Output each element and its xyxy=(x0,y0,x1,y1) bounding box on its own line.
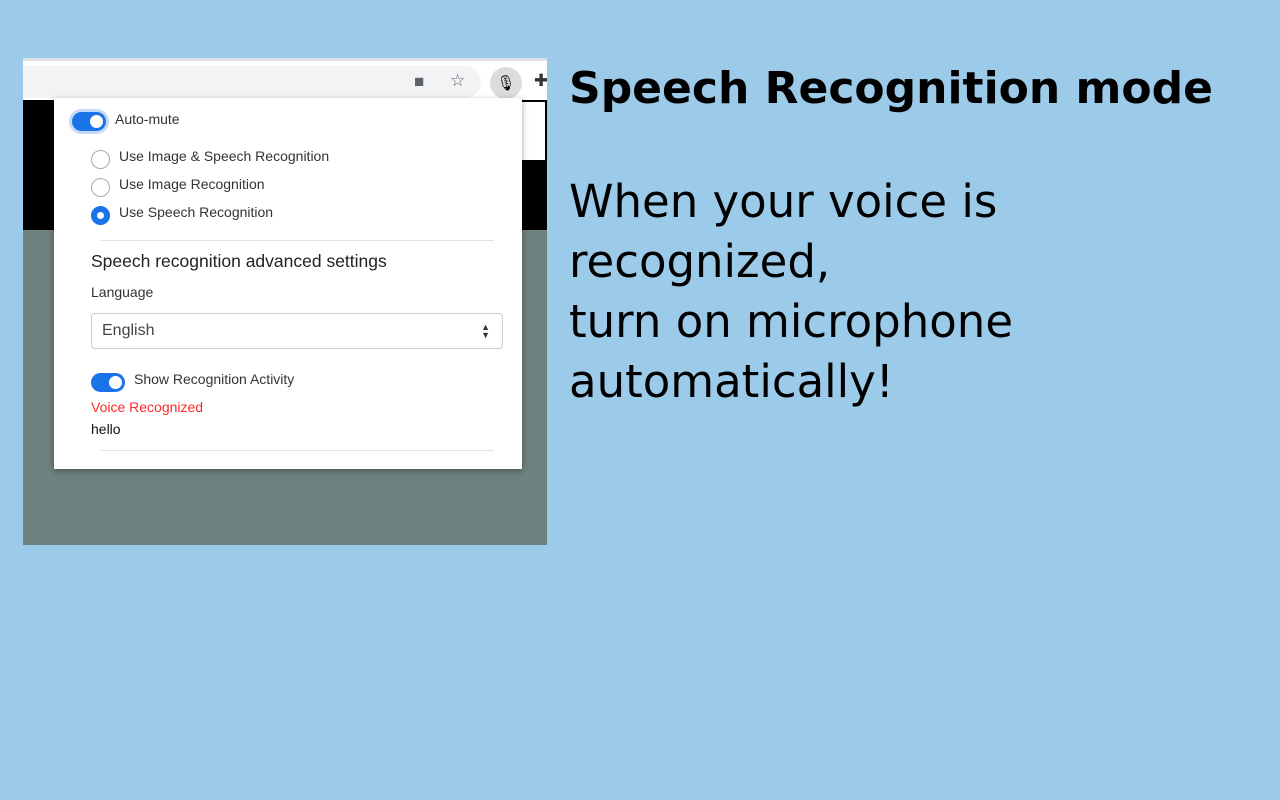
status-text: Voice Recognized xyxy=(91,399,204,415)
promo-text: Speech Recognition mode When your voice … xyxy=(569,62,1213,412)
radio-image-speech-label: Use Image & Speech Recognition xyxy=(119,148,330,164)
address-bar[interactable] xyxy=(23,66,481,98)
language-label: Language xyxy=(91,284,154,300)
extension-popup: Auto-mute Use Image & Speech Recognition… xyxy=(54,98,522,469)
radio-speech-label: Use Speech Recognition xyxy=(119,204,274,220)
show-activity-toggle[interactable] xyxy=(91,373,125,392)
browser-toolbar: ■ ☆ 🎙 ✚ xyxy=(23,58,547,100)
divider xyxy=(100,450,494,451)
microphone-extension-icon[interactable]: 🎙 xyxy=(490,67,522,99)
language-value: English xyxy=(102,322,155,339)
puzzle-extensions-icon[interactable]: ✚ xyxy=(534,71,547,91)
promo-title: Speech Recognition mode xyxy=(569,63,1213,114)
divider xyxy=(100,240,494,241)
language-select[interactable]: English ▲ ▼ xyxy=(91,313,503,349)
show-activity-label: Show Recognition Activity xyxy=(134,371,295,387)
recognized-text: hello xyxy=(91,421,121,437)
radio-image[interactable] xyxy=(91,178,110,197)
video-camera-icon[interactable]: ■ xyxy=(414,72,424,92)
auto-mute-toggle[interactable] xyxy=(72,112,106,131)
star-icon[interactable]: ☆ xyxy=(450,71,465,91)
radio-speech[interactable] xyxy=(91,206,110,225)
radio-image-label: Use Image Recognition xyxy=(119,176,265,192)
promo-body: When your voice is recognized, turn on m… xyxy=(569,175,1014,408)
select-arrows-icon: ▲ ▼ xyxy=(481,322,490,340)
radio-image-speech[interactable] xyxy=(91,150,110,169)
auto-mute-label: Auto-mute xyxy=(115,111,180,127)
advanced-settings-heading: Speech recognition advanced settings xyxy=(91,251,387,271)
